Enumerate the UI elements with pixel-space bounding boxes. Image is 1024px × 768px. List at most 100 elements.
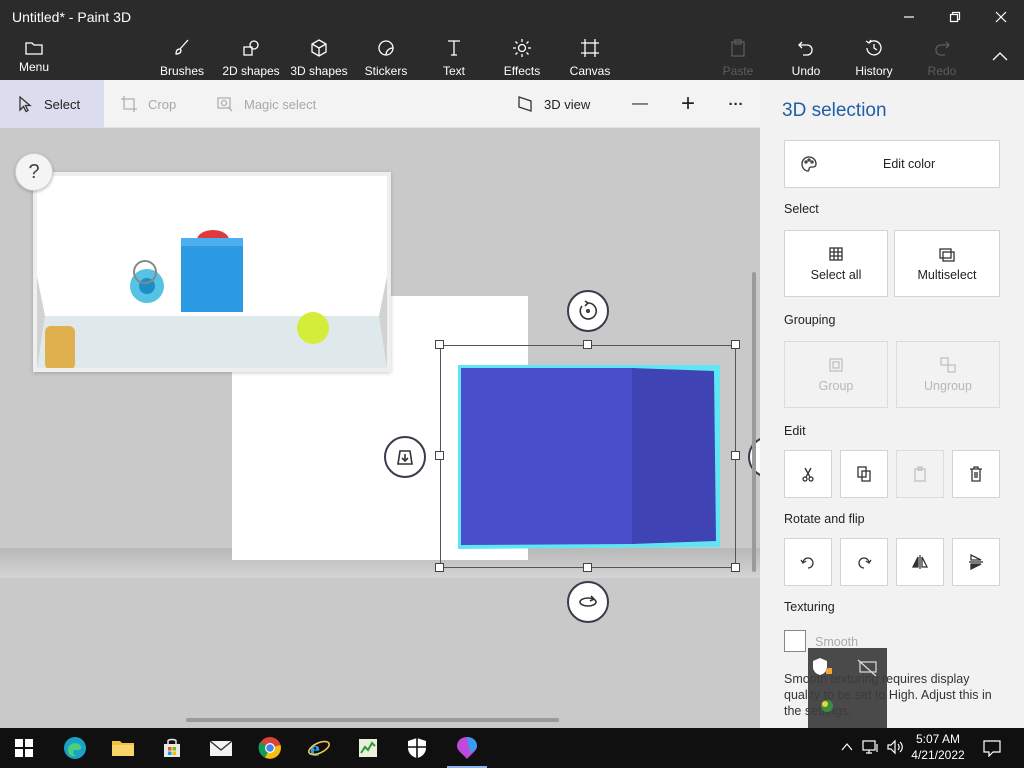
menu-button[interactable]: Menu [14, 34, 54, 80]
paste-panel-button[interactable] [896, 450, 944, 498]
resize-handle-top-left[interactable] [435, 340, 444, 349]
minimize-button[interactable] [886, 0, 932, 34]
rotate-horizontal-icon [579, 595, 597, 607]
rotate-right-button[interactable] [840, 538, 888, 586]
zoom-out-label: — [632, 95, 648, 112]
multiselect-button[interactable]: Multiselect [894, 230, 1000, 297]
network-icon[interactable] [862, 739, 880, 755]
help-button[interactable]: ? [15, 153, 53, 191]
undo-button[interactable]: Undo [786, 34, 826, 80]
resize-handle-left[interactable] [435, 451, 444, 460]
clock-time: 5:07 AM [915, 732, 961, 746]
volume-icon[interactable] [886, 739, 904, 755]
3d-view-label: 3D view [544, 96, 591, 112]
rotate-y-control[interactable] [567, 290, 609, 332]
crop-label: Crop [148, 96, 177, 112]
taskbar-edge[interactable] [55, 732, 95, 764]
flip-vertical-icon [969, 554, 983, 570]
restore-button[interactable] [932, 0, 978, 34]
start-button[interactable] [4, 732, 44, 764]
rotate-flip-heading: Rotate and flip [784, 512, 865, 526]
close-button[interactable] [978, 0, 1024, 34]
flip-horizontal-button[interactable] [896, 538, 944, 586]
group-icon [829, 357, 843, 372]
tray-popup-icons [813, 658, 877, 712]
edit-color-label: Edit color [883, 157, 936, 171]
canvas-tab[interactable]: Canvas [568, 34, 612, 80]
delete-button[interactable] [952, 450, 1000, 498]
clipboard-icon [914, 466, 926, 482]
flip-horizontal-icon [912, 555, 928, 569]
stickers-tab[interactable]: Stickers [362, 34, 410, 80]
resize-handle-top[interactable] [583, 340, 592, 349]
horizontal-scrollbar[interactable] [186, 718, 559, 722]
zoom-in-button[interactable]: + [676, 80, 700, 128]
clipboard-icon [731, 39, 745, 57]
ungroup-button[interactable]: Ungroup [896, 341, 1000, 408]
cut-button[interactable] [784, 450, 832, 498]
scissors-icon [802, 467, 814, 482]
select-tool[interactable]: Select [0, 80, 104, 128]
smooth-checkbox[interactable] [784, 630, 806, 652]
group-button[interactable]: Group [784, 341, 888, 408]
taskbar-task-manager[interactable] [348, 732, 388, 764]
taskbar-mail[interactable] [201, 732, 241, 764]
magic-select-icon [217, 97, 233, 112]
chevron-up-icon [992, 52, 1008, 61]
flip-vertical-button[interactable] [952, 538, 1000, 586]
taskbar-paint-3d[interactable] [447, 732, 487, 764]
resize-handle-bottom[interactable] [583, 563, 592, 572]
2d-shapes-tab[interactable]: 2D shapes [220, 34, 282, 80]
effects-tab[interactable]: Effects [500, 34, 544, 80]
undo-label: Undo [791, 64, 821, 78]
task-manager-icon [359, 739, 377, 757]
magic-select-tool[interactable]: Magic select [216, 80, 326, 128]
paste-button[interactable]: Paste [718, 34, 758, 80]
zoom-out-button[interactable]: — [628, 80, 652, 128]
notifications-icon[interactable] [983, 739, 1001, 757]
taskbar-store[interactable] [152, 732, 192, 764]
3d-shapes-label: 3D shapes [290, 64, 348, 78]
3d-view-button[interactable]: 3D view [516, 80, 596, 128]
resize-handle-bottom-right[interactable] [731, 563, 740, 572]
history-label: History [855, 64, 893, 78]
folder-icon [112, 741, 134, 756]
edit-color-button[interactable]: Edit color [784, 140, 1000, 188]
redo-button[interactable]: Redo [922, 34, 962, 80]
brushes-tab[interactable]: Brushes [158, 34, 206, 80]
resize-handle-bottom-left[interactable] [435, 563, 444, 572]
canvas-workspace[interactable]: ? [0, 128, 760, 728]
title-bar: Untitled* - Paint 3D [0, 0, 1024, 34]
text-tab[interactable]: Text [434, 34, 474, 80]
history-button[interactable]: History [852, 34, 896, 80]
sticker-icon [378, 40, 394, 56]
more-options-button[interactable]: ··· [722, 80, 750, 128]
rotate-left-button[interactable] [784, 538, 832, 586]
3d-shapes-tab[interactable]: 3D shapes [288, 34, 350, 80]
clock[interactable]: 5:07 AM 4/21/2022 [906, 731, 970, 763]
rotate-x-control[interactable] [567, 581, 609, 623]
taskbar-security[interactable] [397, 732, 437, 764]
taskbar-chrome[interactable] [250, 732, 290, 764]
selection-toolbar: Select Crop Magic select 3D view — + ··· [0, 80, 760, 128]
resize-handle-top-right[interactable] [731, 340, 740, 349]
chevron-up-icon[interactable] [840, 740, 854, 754]
z-position-control[interactable] [384, 436, 426, 478]
3d-selection-panel: 3D selection Edit color Select Select al… [760, 80, 1024, 728]
select-all-button[interactable]: Select all [784, 230, 888, 297]
taskbar-internet-explorer[interactable]: e [299, 732, 339, 764]
collapse-ribbon-button[interactable] [984, 34, 1016, 80]
taskbar-file-explorer[interactable] [103, 732, 143, 764]
panel-title: 3D selection [782, 100, 887, 121]
scene-preview-drawing [37, 176, 387, 370]
chrome-icon [258, 737, 281, 759]
2d-shapes-icon [243, 40, 259, 56]
texturing-heading: Texturing [784, 600, 835, 614]
smooth-label: Smooth [815, 635, 859, 649]
crop-tool[interactable]: Crop [120, 80, 190, 128]
copy-button[interactable] [840, 450, 888, 498]
multiselect-label: Multiselect [917, 267, 977, 282]
vertical-scrollbar[interactable] [752, 272, 756, 572]
resize-handle-right[interactable] [731, 451, 740, 460]
clock-date: 4/21/2022 [911, 748, 965, 762]
